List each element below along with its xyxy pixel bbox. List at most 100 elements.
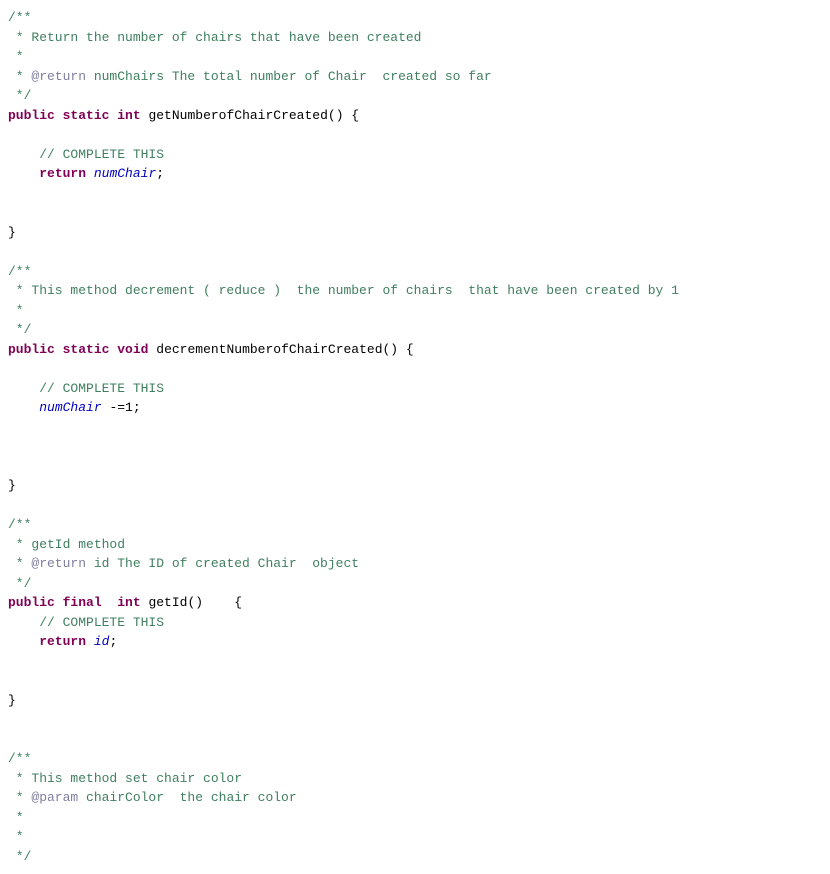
code-token: public <box>8 593 55 613</box>
code-line: return numChair; <box>0 164 830 184</box>
code-token: numChair <box>94 164 156 184</box>
code-line: // COMPLETE THIS <box>0 379 830 399</box>
code-line: public static void decrementNumberofChai… <box>0 340 830 360</box>
code-token: id The ID of created Chair object <box>86 554 359 574</box>
code-line: * <box>0 808 830 828</box>
code-editor: /** * Return the number of chairs that h… <box>0 0 830 874</box>
code-line <box>0 184 830 204</box>
code-token <box>109 340 117 360</box>
code-line <box>0 418 830 438</box>
code-line: // COMPLETE THIS <box>0 613 830 633</box>
code-token: void <box>117 340 148 360</box>
code-token: int <box>117 593 140 613</box>
code-token <box>55 106 63 126</box>
code-line: public static int getNumberofChairCreate… <box>0 106 830 126</box>
code-token: // COMPLETE THIS <box>39 379 164 399</box>
code-line: * <box>0 301 830 321</box>
code-token: @param <box>31 788 78 808</box>
code-line: return id; <box>0 632 830 652</box>
code-token <box>8 613 39 633</box>
code-token: id <box>94 632 110 652</box>
code-token: numChair <box>39 398 101 418</box>
code-line: * getId method <box>0 535 830 555</box>
code-line: * @param chairColor the chair color <box>0 788 830 808</box>
code-token: static <box>63 340 110 360</box>
code-token: * <box>8 301 24 321</box>
code-token: * Return the number of chairs that have … <box>8 28 421 48</box>
code-token: static <box>63 106 110 126</box>
code-token: // COMPLETE THIS <box>39 145 164 165</box>
code-token: * <box>8 788 31 808</box>
code-line: } <box>0 223 830 243</box>
code-line: * @return id The ID of created Chair obj… <box>0 554 830 574</box>
code-line <box>0 730 830 750</box>
code-token <box>55 593 63 613</box>
code-token: } <box>8 223 16 243</box>
code-token: } <box>8 691 16 711</box>
code-token <box>8 632 39 652</box>
code-token: return <box>39 632 86 652</box>
code-line: /** <box>0 515 830 535</box>
code-token <box>86 164 94 184</box>
code-line: * This method set chair color <box>0 769 830 789</box>
code-token: * <box>8 827 24 847</box>
code-line: * Return the number of chairs that have … <box>0 28 830 48</box>
code-token: * This method decrement ( reduce ) the n… <box>8 281 679 301</box>
code-token: * <box>8 554 31 574</box>
code-token: getId() { <box>141 593 242 613</box>
code-line: /** <box>0 749 830 769</box>
code-line <box>0 203 830 223</box>
code-line: * This method decrement ( reduce ) the n… <box>0 281 830 301</box>
code-token: // COMPLETE THIS <box>39 613 164 633</box>
code-line: // COMPLETE THIS <box>0 145 830 165</box>
code-line <box>0 671 830 691</box>
code-token <box>55 340 63 360</box>
code-token: @return <box>31 554 86 574</box>
code-token <box>8 164 39 184</box>
code-token <box>8 379 39 399</box>
code-token: /** <box>8 262 31 282</box>
code-token: */ <box>8 86 31 106</box>
code-token: * This method set chair color <box>8 769 242 789</box>
code-token: return <box>39 164 86 184</box>
code-token: /** <box>8 749 31 769</box>
code-line: */ <box>0 847 830 867</box>
code-token: final <box>63 593 102 613</box>
code-token: ; <box>109 632 117 652</box>
code-token: numChairs The total number of Chair crea… <box>86 67 492 87</box>
code-line: * @return numChairs The total number of … <box>0 67 830 87</box>
code-token: public <box>8 106 55 126</box>
code-token <box>8 145 39 165</box>
code-line <box>0 652 830 672</box>
code-token: decrementNumberofChairCreated() { <box>148 340 413 360</box>
code-token: @return <box>31 67 86 87</box>
code-token: */ <box>8 574 31 594</box>
code-line: * <box>0 827 830 847</box>
code-token <box>8 398 39 418</box>
code-token: * <box>8 47 24 67</box>
code-token <box>109 106 117 126</box>
code-line: numChair -=1; <box>0 398 830 418</box>
code-line <box>0 457 830 477</box>
code-line: /** <box>0 8 830 28</box>
code-line <box>0 359 830 379</box>
code-token: * getId method <box>8 535 125 555</box>
code-line: */ <box>0 320 830 340</box>
code-token <box>102 593 118 613</box>
code-line: */ <box>0 574 830 594</box>
code-line: } <box>0 476 830 496</box>
code-token: ; <box>156 164 164 184</box>
code-line <box>0 242 830 262</box>
code-token: int <box>117 106 140 126</box>
code-token: */ <box>8 320 31 340</box>
code-line <box>0 437 830 457</box>
code-token: */ <box>8 847 31 867</box>
code-token: -=1; <box>102 398 141 418</box>
code-line: public final int getId() { <box>0 593 830 613</box>
code-token: * <box>8 67 31 87</box>
code-line <box>0 710 830 730</box>
code-token: /** <box>8 8 31 28</box>
code-line: /** <box>0 262 830 282</box>
code-token: chairColor the chair color <box>78 788 296 808</box>
code-line: * <box>0 47 830 67</box>
